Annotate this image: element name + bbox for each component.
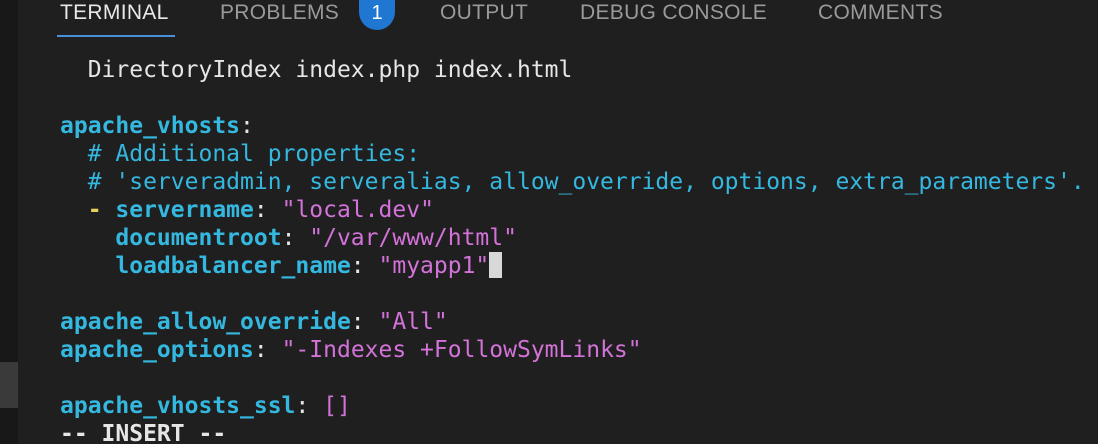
terminal-line: apache_vhosts_ssl: [] [60,393,351,419]
vim-mode-indicator: -- INSERT -- [60,421,227,444]
yaml-string: "-Indexes +FollowSymLinks" [281,337,642,363]
terminal-line: loadbalancer_name: "myapp1" [60,252,503,280]
yaml-key: apache_vhosts [60,113,241,139]
yaml-key: apache_vhosts_ssl [60,393,296,419]
yaml-key: loadbalancer_name [115,253,351,279]
terminal-line: DirectoryIndex index.php index.html [60,56,573,84]
yaml-key: apache_options [60,337,254,363]
terminal-line: documentroot: "/var/www/html" [115,225,517,251]
terminal-line: apache_allow_override: "All" [60,309,448,335]
text-cursor [489,252,503,278]
yaml-string: "All" [378,309,448,335]
terminal-line: # Additional properties: [60,140,420,168]
yaml-comment: # Additional properties: [87,141,421,167]
yaml-key: servername [115,197,254,223]
terminal-line: apache_options: "-Indexes +FollowSymLink… [60,337,642,363]
yaml-list-value: [] [323,393,351,419]
terminal-line: # 'serveradmin, serveralias, allow_overr… [60,168,1085,196]
yaml-string: "local.dev" [281,197,434,223]
terminal-line: apache_vhosts: [60,113,254,139]
terminal-line: - servername: "local.dev" [87,197,434,223]
yaml-string: "myapp1" [378,253,490,279]
yaml-list-dash: - [87,197,116,223]
yaml-key: documentroot [115,225,282,251]
yaml-key: apache_allow_override [60,309,351,335]
yaml-string: "/var/www/html" [309,225,517,251]
terminal-output[interactable]: DirectoryIndex index.php index.html apac… [0,0,1098,444]
directory-index-text: DirectoryIndex index.php index.html [87,57,573,83]
yaml-comment: # 'serveradmin, serveralias, allow_overr… [87,169,1085,195]
